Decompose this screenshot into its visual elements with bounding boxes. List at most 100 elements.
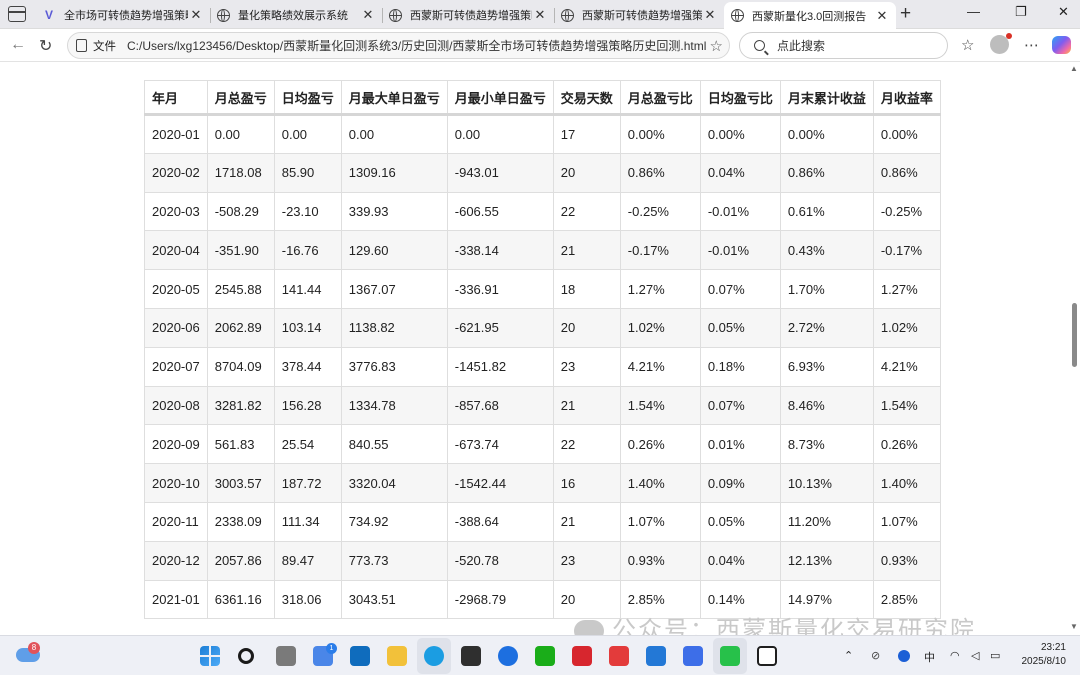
scroll-up-arrow-icon[interactable]: ▲ (1070, 64, 1078, 73)
address-bar[interactable]: 文件 C:/Users/lxg123456/Desktop/西蒙斯量化回测系统3… (67, 32, 730, 59)
table-cell: 12.13% (779, 540, 874, 581)
table-cell: 0.00 (273, 114, 342, 154)
search-box[interactable]: 点此搜索 (739, 32, 948, 59)
globe-icon (730, 9, 744, 23)
vscode-icon[interactable] (646, 646, 666, 666)
table-cell: 773.73 (340, 540, 448, 581)
tab-2[interactable]: 量化策略绩效展示系统 ✕ (210, 2, 383, 28)
table-cell: 1.07% (619, 501, 701, 542)
close-icon[interactable]: ✕ (360, 7, 376, 23)
wechat-logo-icon (574, 620, 604, 635)
table-cell: 23 (552, 346, 621, 387)
table-cell: 103.14 (273, 307, 342, 348)
search-icon[interactable] (238, 648, 254, 664)
table-cell: 2020-07 (144, 346, 208, 387)
edge-dev-icon[interactable] (498, 646, 518, 666)
table-cell: 0.26% (619, 424, 701, 465)
watermark-text: 公众号：西蒙斯量化交易研究院 (612, 616, 976, 635)
table-cell: 22 (552, 424, 621, 465)
table-cell: 2057.86 (206, 540, 275, 581)
close-icon[interactable]: ✕ (532, 7, 548, 23)
wechat-icon[interactable] (720, 646, 740, 666)
url-text[interactable]: C:/Users/lxg123456/Desktop/西蒙斯量化回测系统3/历史… (127, 37, 706, 54)
tab-4[interactable]: 西蒙斯可转债趋势增强策略 ✕ (554, 2, 724, 28)
new-tab-icon[interactable]: + (900, 3, 911, 25)
column-header: 年月 (144, 80, 208, 116)
table-cell: -388.64 (446, 501, 554, 542)
window-close-icon[interactable]: ✕ (1058, 4, 1069, 20)
security-shield-icon[interactable] (898, 650, 910, 662)
table-cell: 734.92 (340, 501, 448, 542)
globe-icon (388, 8, 402, 22)
close-icon[interactable]: ✕ (188, 7, 204, 23)
table-cell: 2545.88 (206, 269, 275, 309)
table-cell: 0.00 (340, 114, 448, 154)
app-icon[interactable] (461, 646, 481, 666)
table-cell: 8.46% (779, 385, 874, 426)
globe-icon (560, 8, 574, 22)
profile-avatar[interactable] (990, 33, 1012, 54)
column-header: 月最小单日盈亏 (446, 80, 554, 116)
wps-icon[interactable] (572, 646, 592, 666)
favorite-star-icon[interactable]: ☆ (710, 37, 723, 55)
tab-3[interactable]: 西蒙斯可转债趋势增强策略 ✕ (382, 2, 555, 28)
table-cell: 0.00 (446, 114, 554, 154)
table-row: 2020-06 2062.89 103.14 1138.82 -621.95 20 1.02… (144, 307, 941, 348)
close-icon[interactable]: ✕ (702, 7, 718, 23)
back-arrow-icon[interactable]: ← (10, 36, 26, 54)
wechat-work-icon[interactable] (535, 646, 555, 666)
more-menu-icon[interactable]: ⋯ (1024, 36, 1039, 54)
app-blue-icon[interactable] (683, 646, 703, 666)
table-cell: 0.86% (619, 152, 701, 193)
table-cell: -520.78 (446, 540, 554, 581)
chevron-up-icon[interactable]: ⌃ (844, 649, 853, 662)
maximize-icon[interactable]: ❐ (1015, 4, 1027, 20)
edge-browser-icon[interactable] (424, 646, 444, 666)
scrollbar-thumb[interactable] (1072, 303, 1077, 367)
battery-icon[interactable]: ▭ (990, 649, 1000, 662)
table-cell: 3043.51 (340, 579, 448, 620)
minimize-icon[interactable]: — (967, 4, 980, 19)
table-cell: 2020-12 (144, 540, 208, 581)
table-cell: 0.07% (699, 385, 781, 426)
table-cell: 0.04% (699, 540, 781, 581)
scroll-down-arrow-icon[interactable]: ▼ (1070, 622, 1078, 631)
table-cell: 2020-09 (144, 424, 208, 465)
wifi-icon[interactable]: ◠ (950, 649, 960, 662)
tab-label: 西蒙斯量化3.0回测报告 (752, 10, 867, 23)
table-cell: -857.68 (446, 385, 554, 426)
table-cell: 21 (552, 230, 621, 271)
app-red-icon[interactable] (609, 646, 629, 666)
task-view-icon[interactable] (276, 646, 296, 666)
table-cell: 378.44 (273, 346, 342, 387)
table-cell: 2020-04 (144, 230, 208, 271)
copilot-icon[interactable] (1052, 36, 1071, 54)
close-icon[interactable]: ✕ (874, 8, 890, 24)
table-cell: 2020-03 (144, 191, 208, 232)
start-windows-icon[interactable] (200, 646, 220, 666)
tab-5-active[interactable]: 西蒙斯量化3.0回测报告 ✕ (724, 2, 896, 29)
refresh-icon[interactable]: ↻ (39, 36, 52, 56)
vertical-scrollbar[interactable]: ▲ ▼ (1068, 62, 1080, 635)
tab-1[interactable]: V 全市场可转债趋势增强策略 ✕ (36, 2, 211, 28)
volume-icon[interactable]: ◁ (971, 649, 979, 662)
table-cell: -0.25% (872, 191, 941, 232)
table-cell: 1309.16 (340, 152, 448, 193)
table-cell: -0.17% (872, 230, 941, 271)
system-clock[interactable]: 23:21 2025/8/10 (1022, 641, 1067, 669)
table-cell: 3281.82 (206, 385, 275, 426)
table-cell: -621.95 (446, 307, 554, 348)
outlook-icon[interactable] (350, 646, 370, 666)
file-explorer-icon[interactable] (387, 646, 407, 666)
tab-actions-icon[interactable] (8, 6, 26, 22)
tab-label: 全市场可转债趋势增强策略 (64, 10, 188, 22)
table-cell: 2020-02 (144, 152, 208, 193)
globe-icon (216, 8, 230, 22)
favorites-icon[interactable]: ☆ (961, 36, 974, 54)
table-row: 2020-05 2545.88 141.44 1367.07 -336.91 18 1.27… (144, 269, 941, 309)
remote-desktop-icon[interactable] (757, 646, 777, 666)
network-off-icon[interactable]: ⊘ (871, 649, 880, 662)
ime-indicator[interactable]: 中 (924, 649, 935, 665)
table-cell: 0.00% (779, 114, 874, 154)
table-cell: 0.05% (699, 501, 781, 542)
